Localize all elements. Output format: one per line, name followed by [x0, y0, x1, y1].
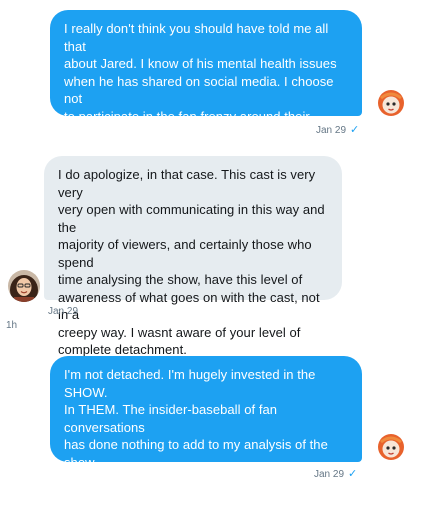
checkmark-icon: ✓	[350, 124, 360, 136]
message-bubble-outgoing[interactable]: I really don't think you should have tol…	[50, 10, 362, 159]
message-bubble-outgoing[interactable]: I'm not detached. I'm hugely invested in…	[50, 356, 362, 522]
own-avatar[interactable]	[375, 88, 407, 120]
message-timestamp: Jan 29 ✓	[314, 468, 358, 480]
message-timestamp: Jan 29 ✓	[316, 124, 360, 136]
time-gap-label: 1h	[6, 320, 18, 331]
contact-avatar[interactable]	[8, 270, 40, 302]
checkmark-icon: ✓	[348, 468, 358, 480]
message-bubble-incoming[interactable]: I do apologize, in that case. This cast …	[44, 156, 342, 357]
message-timestamp: Jan 29	[48, 306, 79, 317]
own-avatar[interactable]	[375, 432, 407, 464]
